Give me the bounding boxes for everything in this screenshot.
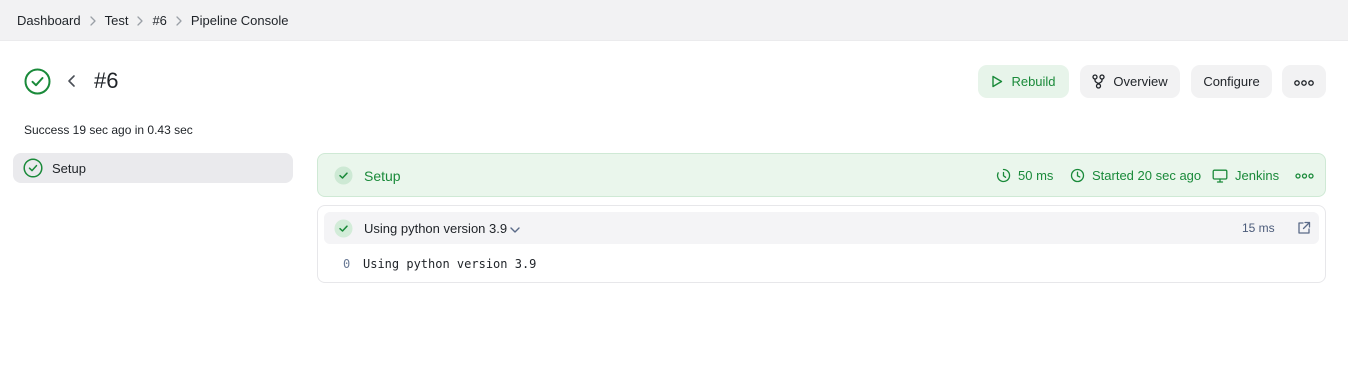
- breadcrumb: Dashboard Test #6 Pipeline Console: [17, 12, 289, 29]
- stage-agent[interactable]: Jenkins: [1212, 168, 1279, 183]
- back-chevron-icon[interactable]: [65, 73, 79, 89]
- chevron-right-icon: [167, 12, 191, 29]
- configure-button[interactable]: Configure: [1191, 65, 1272, 98]
- chevron-down-icon[interactable]: [509, 223, 521, 238]
- rebuild-label: Rebuild: [1011, 74, 1056, 89]
- overview-button[interactable]: Overview: [1080, 65, 1180, 98]
- branch-icon: [1092, 74, 1106, 89]
- stage-header: Setup 50 ms Started 20 sec ago Jenkins: [317, 153, 1326, 197]
- success-status-icon: [24, 68, 51, 95]
- breadcrumb-run[interactable]: #6: [152, 13, 166, 28]
- step-log-panel: Using python version 3.9 15 ms 0 Using p…: [317, 205, 1326, 283]
- run-summary: Success 19 sec ago in 0.43 sec: [24, 123, 193, 137]
- stage-duration: 50 ms: [996, 168, 1053, 183]
- sidebar-item-label: Setup: [52, 161, 86, 176]
- breadcrumb-test[interactable]: Test: [105, 13, 129, 28]
- external-link-icon[interactable]: [1297, 221, 1311, 238]
- log-line: 0 Using python version 3.9: [343, 257, 536, 273]
- clock-icon: [1070, 168, 1085, 183]
- breadcrumb-pipeline-console[interactable]: Pipeline Console: [191, 13, 289, 28]
- computer-icon: [1212, 169, 1228, 183]
- stage-agent-text: Jenkins: [1235, 168, 1280, 183]
- stage-duration-text: 50 ms: [1018, 168, 1054, 183]
- timer-icon: [996, 168, 1011, 183]
- success-check-icon: [23, 158, 43, 181]
- stage-started: Started 20 sec ago: [1070, 168, 1201, 183]
- more-horizontal-icon[interactable]: [1293, 168, 1315, 184]
- overview-label: Overview: [1113, 74, 1168, 89]
- step-label: Using python version 3.9: [364, 221, 508, 236]
- stage-title: Setup: [364, 168, 401, 184]
- breadcrumb-bar: Dashboard Test #6 Pipeline Console: [0, 0, 1348, 41]
- stage-started-text: Started 20 sec ago: [1092, 168, 1202, 183]
- configure-label: Configure: [1203, 74, 1260, 89]
- more-horizontal-icon: [1294, 74, 1314, 89]
- success-check-icon: [334, 219, 353, 241]
- sidebar-item-setup[interactable]: Setup: [13, 153, 293, 183]
- more-actions-button[interactable]: [1282, 65, 1326, 98]
- breadcrumb-dashboard[interactable]: Dashboard: [17, 13, 81, 28]
- log-line-number[interactable]: 0: [343, 257, 363, 273]
- step-row[interactable]: Using python version 3.9 15 ms: [324, 212, 1319, 244]
- play-icon: [991, 75, 1003, 88]
- log-line-text: Using python version 3.9: [363, 257, 537, 271]
- chevron-right-icon: [128, 12, 152, 29]
- success-check-icon: [334, 166, 353, 188]
- step-duration: 15 ms: [1242, 221, 1275, 235]
- rebuild-button[interactable]: Rebuild: [978, 65, 1069, 98]
- page-title: #6: [94, 68, 119, 93]
- chevron-right-icon: [81, 12, 105, 29]
